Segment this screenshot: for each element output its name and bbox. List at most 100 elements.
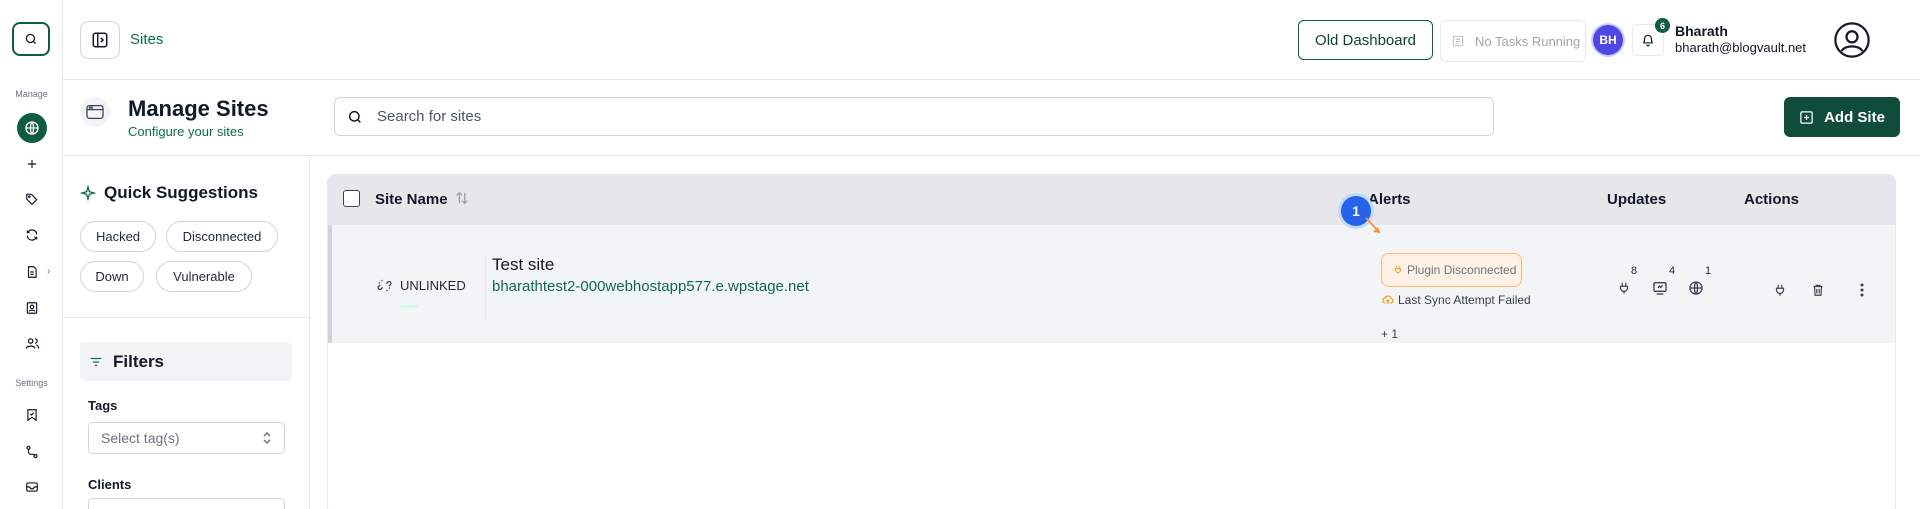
- rail-item-sites[interactable]: [17, 113, 47, 143]
- panel-divider: [63, 317, 310, 318]
- chip-hacked[interactable]: Hacked: [80, 221, 156, 252]
- chevron-updown-icon: [263, 431, 271, 445]
- rail-item-sync[interactable]: [16, 220, 48, 250]
- sync-icon: [26, 229, 38, 241]
- rail-settings-label: Settings: [15, 378, 48, 388]
- bookmark-icon: [27, 409, 37, 422]
- core-updates[interactable]: 1: [1688, 265, 1711, 296]
- tasks-label: No Tasks Running: [1475, 33, 1581, 49]
- search-icon: [348, 110, 361, 123]
- plug-icon: [1775, 284, 1785, 296]
- filters-title: Filters: [113, 351, 165, 371]
- plugin-updates[interactable]: 8: [1617, 265, 1637, 296]
- site-url-link[interactable]: bharathtest2-000webhostapp577.e.wpstage.…: [492, 278, 809, 295]
- clients-select[interactable]: [88, 498, 285, 509]
- trash-icon: [1813, 284, 1823, 296]
- status-label: UNLINKED: [400, 278, 466, 293]
- core-update-count: 1: [1705, 265, 1712, 277]
- breadcrumb[interactable]: Sites: [130, 31, 163, 48]
- profile-button[interactable]: [1832, 20, 1872, 60]
- site-status: UNLINKED: [377, 278, 466, 293]
- chevron-right-icon[interactable]: ›: [47, 266, 50, 277]
- wordpress-icon: [1689, 281, 1703, 295]
- step-pointer-arrow: [1365, 217, 1381, 234]
- tasks-icon: [1452, 35, 1464, 47]
- sort-icon[interactable]: [454, 190, 470, 206]
- rail-item-bookmarks[interactable]: [16, 400, 48, 430]
- plus-icon: [27, 159, 37, 169]
- sparkle-icon: [80, 185, 96, 201]
- top-bar: Sites Old Dashboard No Tasks Running BH …: [63, 0, 1920, 80]
- add-site-button[interactable]: Add Site: [1784, 97, 1900, 137]
- rail-item-workflows[interactable]: [16, 437, 48, 467]
- site-search[interactable]: [334, 97, 1494, 136]
- plugin-update-count: 8: [1631, 265, 1638, 277]
- table-row[interactable]: UNLINKED Test site bharathtest2-000webho…: [328, 225, 1895, 343]
- search-icon: [25, 33, 37, 45]
- rail-item-users[interactable]: [16, 328, 48, 358]
- user-circle-icon: [1834, 22, 1870, 58]
- contact-icon: [26, 302, 38, 314]
- sidebar-toggle-icon: [92, 32, 108, 48]
- browser-window-icon: [80, 97, 110, 127]
- rail-search-button[interactable]: [12, 22, 50, 56]
- tags-select[interactable]: Select tag(s): [88, 422, 285, 454]
- quick-suggestions-heading: Quick Suggestions: [80, 183, 258, 203]
- alert-plugin-disconnected[interactable]: Plugin Disconnected: [1381, 253, 1522, 287]
- notification-count-badge: 6: [1655, 18, 1670, 33]
- chip-vulnerable[interactable]: Vulnerable: [156, 261, 252, 292]
- old-dashboard-button[interactable]: Old Dashboard: [1298, 20, 1433, 60]
- tags-label: Tags: [88, 398, 118, 413]
- page-header: Manage Sites Configure your sites Add Si…: [63, 80, 1920, 156]
- plug-icon: [1619, 282, 1629, 294]
- user-email: bharath@blogvault.net: [1675, 40, 1807, 55]
- row-more-button[interactable]: [1852, 280, 1872, 300]
- col-alerts: Alerts: [1368, 191, 1411, 208]
- alert-text: Last Sync Attempt Failed: [1398, 293, 1531, 307]
- sidebar-toggle-button[interactable]: [80, 21, 120, 59]
- plug-icon: [1395, 266, 1401, 275]
- cloud-upload-icon: [1382, 295, 1394, 304]
- rail-item-tags[interactable]: [16, 184, 48, 214]
- col-actions: Actions: [1744, 191, 1800, 208]
- delete-site-button[interactable]: [1808, 280, 1828, 300]
- icon-rail: Manage › Settings: [0, 0, 63, 509]
- search-input[interactable]: [377, 108, 1477, 125]
- alert-text: Plugin Disconnected: [1407, 263, 1517, 277]
- filters-panel: Quick Suggestions Hacked Disconnected Do…: [63, 157, 310, 509]
- page-title: Manage Sites: [128, 96, 269, 121]
- chip-disconnected[interactable]: Disconnected: [166, 221, 278, 252]
- avatar[interactable]: BH: [1593, 25, 1623, 55]
- alert-sync-failed[interactable]: Last Sync Attempt Failed: [1382, 293, 1531, 307]
- site-name[interactable]: Test site: [492, 255, 554, 275]
- globe-icon: [25, 121, 39, 135]
- tasks-status[interactable]: No Tasks Running: [1440, 20, 1586, 62]
- more-alerts-link[interactable]: + 1: [1381, 327, 1398, 341]
- add-box-icon: [1800, 110, 1813, 124]
- rail-item-add[interactable]: [16, 149, 48, 179]
- theme-updates[interactable]: 4: [1652, 265, 1675, 296]
- document-icon: [27, 266, 37, 278]
- table-header: Site Name Alerts Updates Actions: [328, 175, 1895, 225]
- connect-plugin-button[interactable]: [1770, 280, 1790, 300]
- add-site-label: Add Site: [1824, 108, 1885, 126]
- cell-divider: [485, 255, 486, 321]
- unlink-icon: [377, 279, 392, 292]
- rail-manage-label: Manage: [15, 89, 48, 99]
- app-root: Manage › Settings Sites Old Dashboard No…: [0, 0, 1920, 509]
- tags-select-placeholder: Select tag(s): [101, 430, 180, 446]
- filter-icon: [90, 357, 102, 366]
- sites-table: Site Name Alerts Updates Actions UNLINKE…: [327, 174, 1896, 509]
- rail-item-mail[interactable]: [16, 472, 48, 502]
- clients-label: Clients: [88, 477, 132, 492]
- quick-suggestions-title: Quick Suggestions: [104, 183, 258, 202]
- bell-icon: [1643, 34, 1653, 47]
- select-all-checkbox[interactable]: [343, 190, 360, 207]
- chip-down[interactable]: Down: [80, 261, 144, 292]
- kebab-icon: [1860, 283, 1864, 297]
- col-site-name[interactable]: Site Name: [375, 191, 448, 208]
- filters-header[interactable]: Filters: [80, 342, 292, 381]
- route-icon: [26, 445, 38, 459]
- rail-item-reports[interactable]: [16, 257, 48, 287]
- rail-item-contacts[interactable]: [16, 293, 48, 323]
